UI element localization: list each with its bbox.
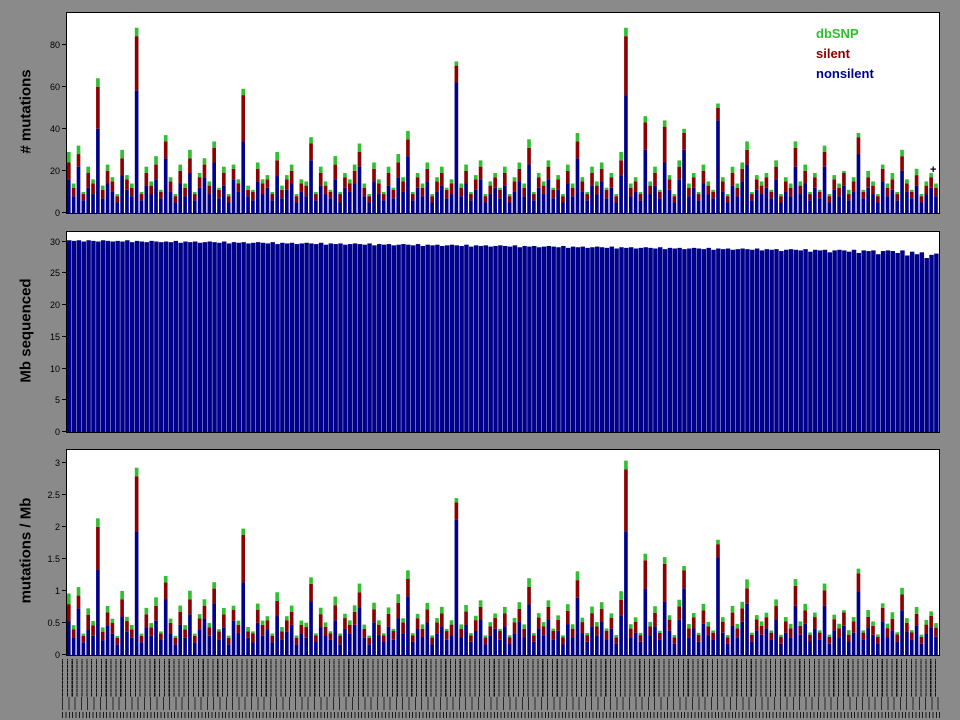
legend: dbSNP silent nonsilent (816, 24, 874, 84)
y-tick-label: 0.5 (28, 617, 60, 629)
y-tick-mark (62, 212, 66, 213)
y-tick-label: 15 (28, 331, 60, 343)
mb-sequenced-bar-chart (66, 231, 940, 433)
y-tick-label: 0 (28, 207, 60, 219)
mb-sequenced-panel: 051015202530 (66, 231, 938, 433)
y-tick-label: 1.5 (28, 553, 60, 565)
sample-label-smear-row3 (62, 712, 940, 718)
y-tick-label: 1 (28, 585, 60, 597)
y-tick-label: 60 (28, 81, 60, 93)
legend-item-nonsilent: nonsilent (816, 64, 874, 84)
mutations-per-mb-panel: 00.511.522.53 (66, 449, 938, 656)
y-tick-label: 0 (28, 426, 60, 438)
x-axis-sample-labels (62, 659, 940, 718)
y-tick-label: 20 (28, 299, 60, 311)
y-tick-label: 5 (28, 394, 60, 406)
legend-item-silent: silent (816, 44, 874, 64)
y-tick-mark (62, 526, 66, 527)
legend-item-dbsnp: dbSNP (816, 24, 874, 44)
y-tick-label: 0 (28, 649, 60, 661)
y-tick-label: 3 (28, 457, 60, 469)
sample-label-smear-row2 (62, 697, 940, 710)
y-tick-mark (62, 170, 66, 171)
sample-label-smear-row1 (62, 659, 940, 697)
y-tick-mark (62, 622, 66, 623)
y-tick-label: 2 (28, 521, 60, 533)
y-tick-mark (62, 272, 66, 273)
y-tick-label: 20 (28, 165, 60, 177)
y-tick-mark (62, 462, 66, 463)
y-tick-mark (62, 590, 66, 591)
y-tick-label: 40 (28, 123, 60, 135)
y-tick-mark (62, 558, 66, 559)
mutations-per-mb-bar-chart (66, 449, 940, 656)
y-tick-label: 30 (28, 236, 60, 248)
right-axis-marker: + (930, 164, 936, 176)
y-tick-label: 80 (28, 39, 60, 51)
y-tick-mark (62, 241, 66, 242)
y-tick-mark (62, 44, 66, 45)
y-tick-mark (62, 86, 66, 87)
mutations-panel: dbSNP silent nonsilent + 020406080 (66, 12, 938, 214)
y-tick-label: 2.5 (28, 489, 60, 501)
y-tick-mark (62, 128, 66, 129)
y-tick-mark (62, 336, 66, 337)
y-tick-mark (62, 399, 66, 400)
y-tick-mark (62, 431, 66, 432)
mutations-bar-chart (66, 12, 940, 214)
y-tick-mark (62, 368, 66, 369)
y-tick-label: 25 (28, 267, 60, 279)
y-tick-mark (62, 654, 66, 655)
y-tick-mark (62, 494, 66, 495)
mutation-rate-figure: # mutations Mb sequenced mutations / Mb … (0, 0, 960, 720)
y-axis-title-mutations: # mutations (18, 2, 35, 222)
y-tick-mark (62, 304, 66, 305)
y-tick-label: 10 (28, 363, 60, 375)
